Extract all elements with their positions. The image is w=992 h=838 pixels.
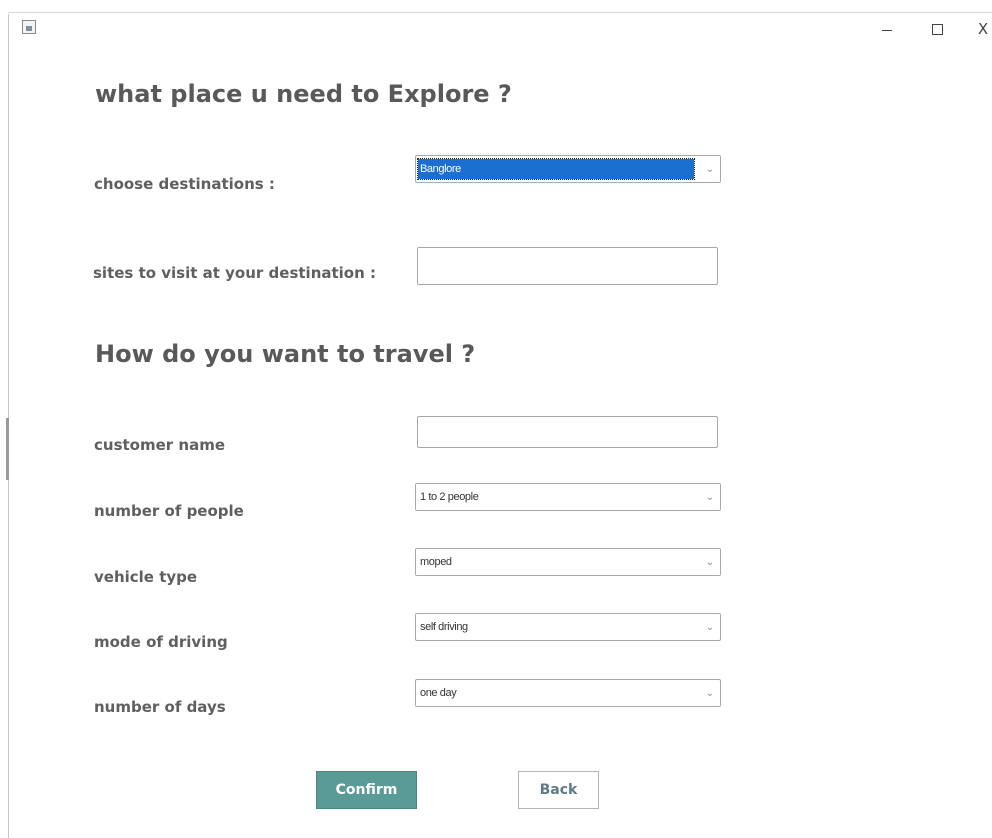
explore-heading: what place u need to Explore ? [95,80,512,108]
destination-label: choose destinations : [94,175,275,193]
vehicle-label: vehicle type [94,568,198,586]
close-button[interactable]: X [968,16,992,42]
people-select[interactable]: 1 to 2 people ⌄ [415,483,721,511]
mode-label: mode of driving [94,633,228,651]
days-selected-value: one day [420,687,457,699]
customer-name-input[interactable] [417,416,718,448]
destination-select[interactable]: Banglore ⌄ [415,155,721,183]
window-resize-edge[interactable] [6,418,9,480]
chevron-down-icon[interactable]: ⌄ [700,549,720,575]
vehicle-select[interactable]: moped ⌄ [415,548,721,576]
sites-label: sites to visit at your destination : [93,264,377,282]
customer-name-label: customer name [94,436,226,454]
vehicle-selected-value: moped [420,556,452,568]
sites-input[interactable] [417,247,718,285]
days-label: number of days [94,698,226,716]
minimize-icon [882,29,892,31]
back-button[interactable]: Back [518,771,599,809]
java-app-icon [22,20,36,34]
mode-selected-value: self driving [420,621,468,633]
maximize-button[interactable] [922,16,952,42]
days-select[interactable]: one day ⌄ [415,679,721,707]
confirm-button[interactable]: Confirm [316,771,417,809]
people-label: number of people [94,502,244,520]
chevron-down-icon[interactable]: ⌄ [700,680,720,706]
people-selected-value: 1 to 2 people [420,491,479,503]
chevron-down-icon[interactable]: ⌄ [700,156,720,182]
maximize-icon [931,23,943,35]
mode-select[interactable]: self driving ⌄ [415,613,721,641]
chevron-down-icon[interactable]: ⌄ [700,484,720,510]
travel-heading: How do you want to travel ? [95,340,476,368]
chevron-down-icon[interactable]: ⌄ [700,614,720,640]
window-top-border [8,12,992,13]
minimize-button[interactable] [872,16,902,42]
destination-selected-value: Banglore [417,158,695,180]
app-window: X what place u need to Explore ? choose … [0,0,992,838]
